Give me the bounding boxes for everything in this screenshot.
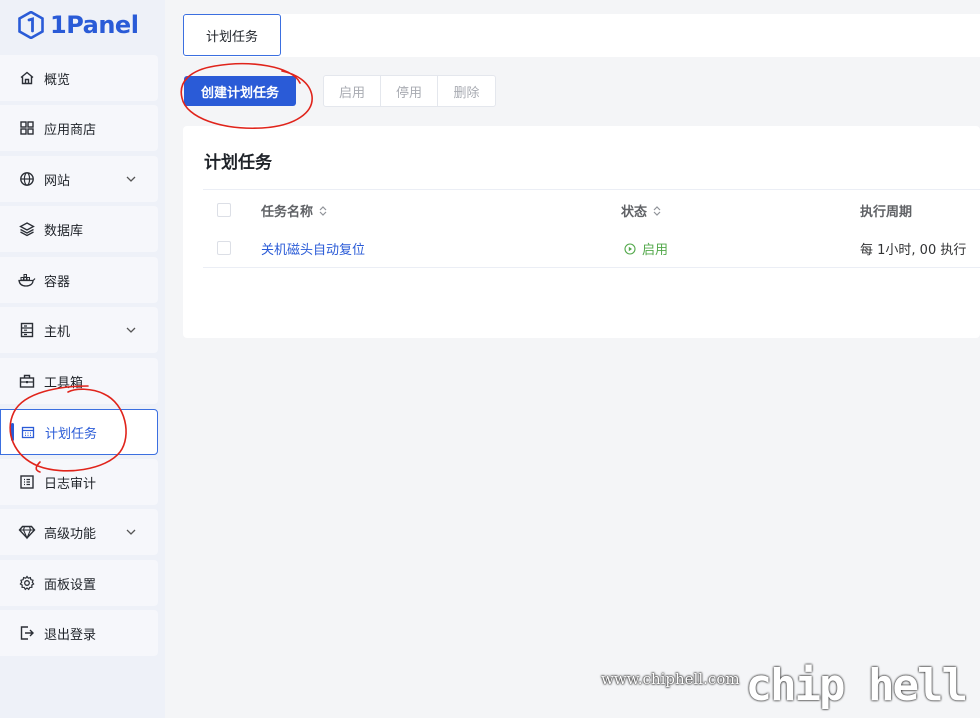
sort-icon[interactable] bbox=[319, 205, 327, 217]
sidebar-item-database[interactable]: 数据库 bbox=[0, 206, 158, 252]
log-icon bbox=[18, 473, 36, 491]
sidebar-item-host[interactable]: 主机 bbox=[0, 307, 158, 353]
sidebar-item-advanced[interactable]: 高级功能 bbox=[0, 509, 158, 555]
column-header-label: 任务名称 bbox=[261, 205, 314, 220]
tab-scheduled-tasks[interactable]: 计划任务 bbox=[183, 14, 281, 56]
sidebar-item-label: 退出登录 bbox=[44, 627, 97, 643]
sidebar-item-label: 概览 bbox=[44, 72, 71, 88]
status-badge[interactable]: 启用 bbox=[624, 239, 668, 258]
gear-icon bbox=[18, 574, 36, 592]
chevron-down-icon bbox=[126, 327, 136, 333]
sidebar-item-label: 数据库 bbox=[44, 223, 84, 239]
docker-icon bbox=[18, 271, 36, 289]
globe-icon bbox=[18, 170, 36, 188]
sidebar-item-label: 容器 bbox=[44, 274, 71, 290]
watermark-logo: chip hell bbox=[745, 660, 968, 711]
calendar-icon bbox=[19, 423, 37, 441]
grid-icon bbox=[18, 119, 36, 137]
sidebar-item-label: 应用商店 bbox=[44, 122, 97, 138]
sidebar-item-label: 工具箱 bbox=[44, 375, 84, 391]
enable-button[interactable]: 启用 bbox=[324, 76, 381, 106]
sidebar-item-log-audit[interactable]: 日志审计 bbox=[0, 459, 158, 505]
column-header-label: 状态 bbox=[621, 205, 648, 220]
column-header-cycle: 执行周期 bbox=[860, 201, 912, 220]
logout-icon bbox=[18, 624, 36, 642]
sidebar: 1Panel 概览 应用商店 网站 数据库 容器 主机 工具箱 计划任务 日志审… bbox=[0, 0, 165, 718]
create-task-button[interactable]: 创建计划任务 bbox=[184, 76, 296, 106]
server-icon bbox=[18, 321, 36, 339]
sidebar-item-overview[interactable]: 概览 bbox=[0, 55, 158, 101]
app-brand-name: 1Panel bbox=[50, 11, 139, 39]
task-name-link[interactable]: 关机磁头自动复位 bbox=[261, 239, 365, 258]
column-header-label: 执行周期 bbox=[860, 205, 913, 220]
sidebar-item-logout[interactable]: 退出登录 bbox=[0, 610, 158, 656]
sidebar-item-label: 高级功能 bbox=[44, 526, 97, 542]
chevron-down-icon bbox=[126, 176, 136, 182]
home-icon bbox=[18, 69, 36, 87]
row-divider bbox=[203, 267, 980, 268]
app-logo[interactable]: 1Panel bbox=[18, 8, 139, 42]
toolbox-icon bbox=[18, 372, 36, 390]
sidebar-item-label: 主机 bbox=[44, 324, 71, 340]
sidebar-item-app-store[interactable]: 应用商店 bbox=[0, 105, 158, 151]
watermark-url: www.chiphell.com bbox=[601, 670, 740, 688]
active-indicator bbox=[11, 423, 14, 441]
play-circle-icon bbox=[624, 242, 636, 255]
column-header-name[interactable]: 任务名称 bbox=[261, 201, 327, 220]
select-all-checkbox[interactable] bbox=[217, 203, 231, 217]
watermark: www.chiphell.com chip hell bbox=[601, 660, 968, 711]
card-title: 计划任务 bbox=[204, 153, 272, 173]
sidebar-item-toolbox[interactable]: 工具箱 bbox=[0, 358, 158, 404]
disable-button[interactable]: 停用 bbox=[381, 76, 438, 106]
sidebar-item-label: 网站 bbox=[44, 173, 71, 189]
table-top-divider bbox=[203, 189, 980, 190]
layers-icon bbox=[18, 220, 36, 238]
sidebar-item-label: 计划任务 bbox=[45, 426, 98, 442]
delete-button[interactable]: 删除 bbox=[438, 76, 495, 106]
execution-cycle: 每 1小时, 00 执行 bbox=[860, 243, 967, 258]
sidebar-item-scheduled-tasks[interactable]: 计划任务 bbox=[0, 409, 158, 455]
sidebar-item-label: 日志审计 bbox=[44, 476, 97, 492]
sidebar-item-label: 面板设置 bbox=[44, 577, 97, 593]
sort-icon[interactable] bbox=[653, 205, 661, 217]
chevron-down-icon bbox=[126, 529, 136, 535]
diamond-icon bbox=[18, 523, 36, 541]
sidebar-item-container[interactable]: 容器 bbox=[0, 257, 158, 303]
sidebar-item-website[interactable]: 网站 bbox=[0, 156, 158, 202]
sidebar-item-panel-settings[interactable]: 面板设置 bbox=[0, 560, 158, 606]
tab-bar: 计划任务 bbox=[183, 14, 980, 57]
status-label: 启用 bbox=[642, 243, 669, 258]
logo-hexagon-icon bbox=[18, 11, 44, 39]
batch-action-group: 启用 停用 删除 bbox=[323, 75, 496, 107]
row-checkbox[interactable] bbox=[217, 241, 231, 255]
task-list-card: 计划任务 任务名称 状态 执行周期 关机磁头自动复位 启用 每 1小时, 00 … bbox=[183, 126, 980, 338]
column-header-status[interactable]: 状态 bbox=[621, 201, 661, 220]
